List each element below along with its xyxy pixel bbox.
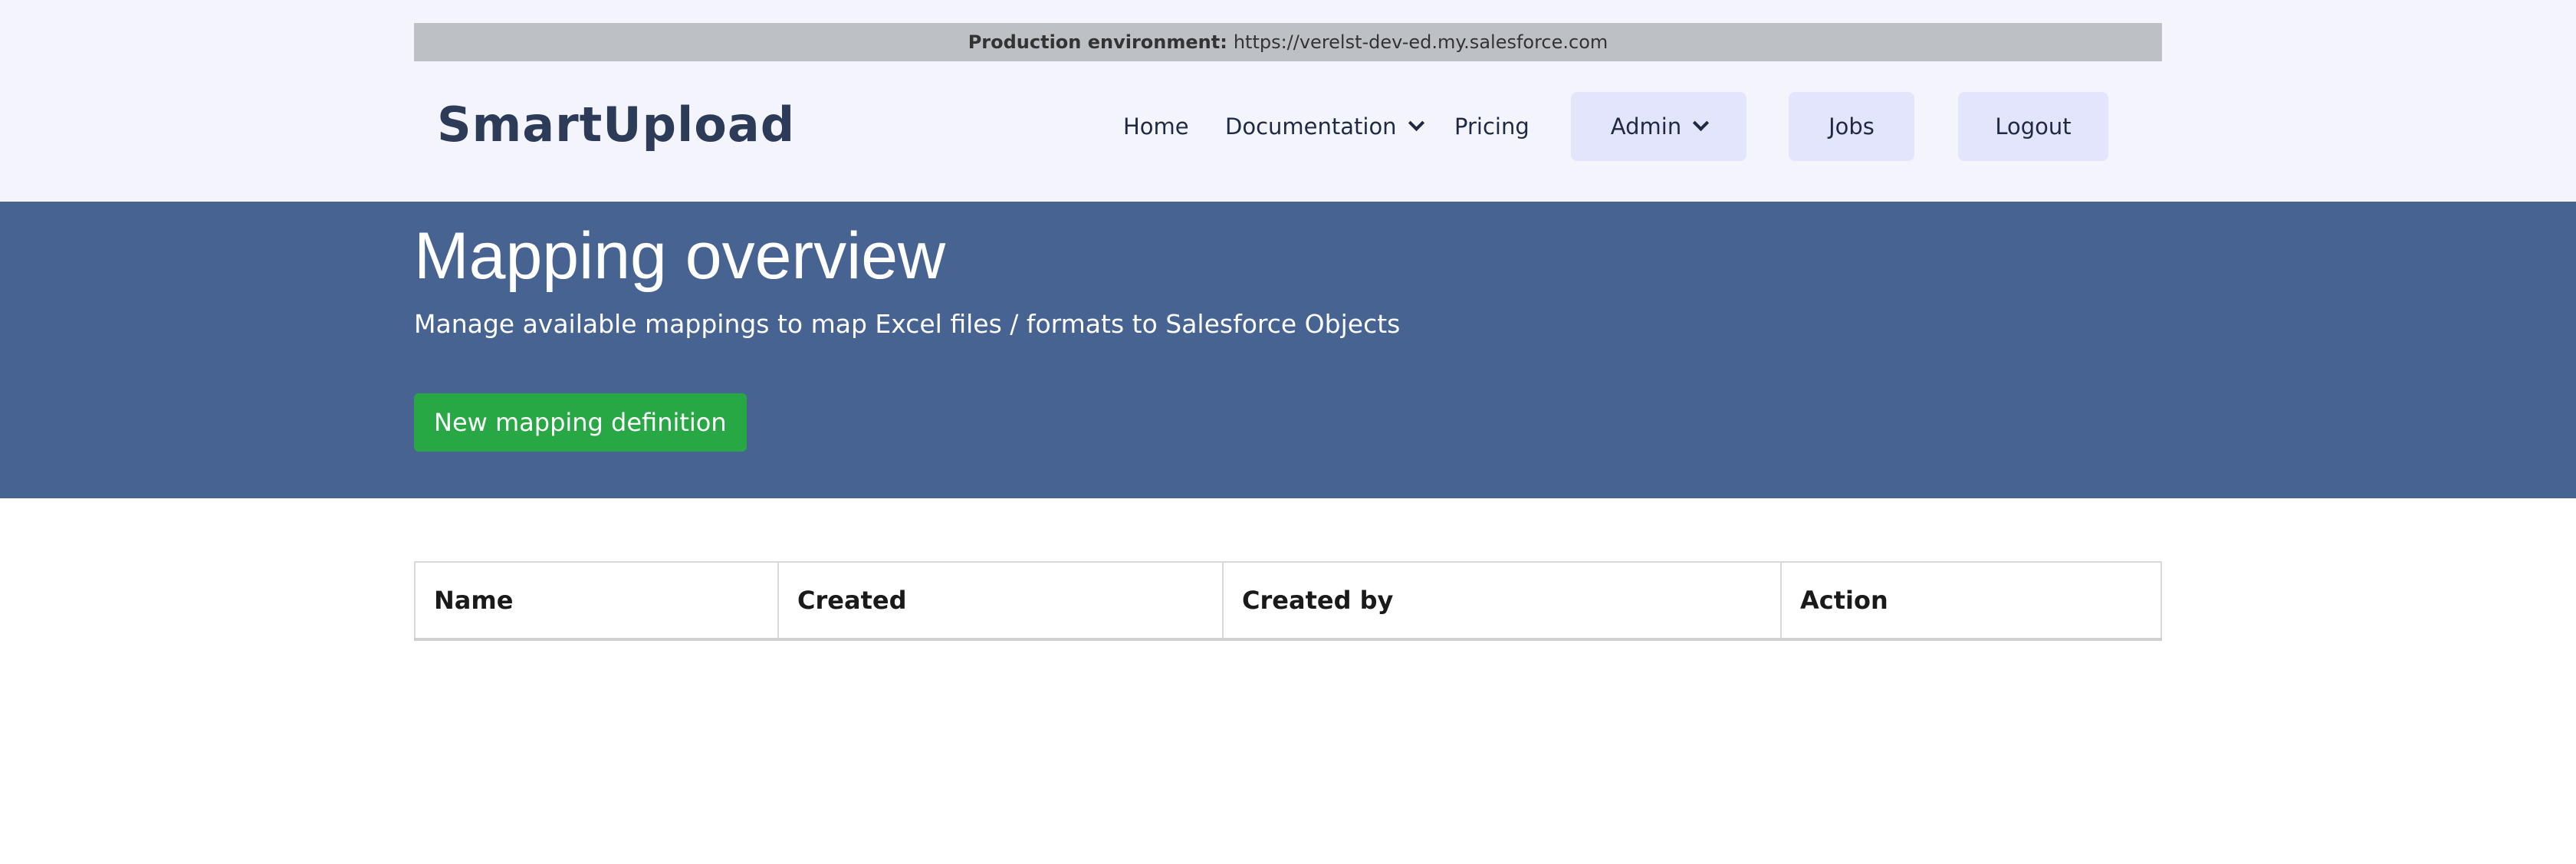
nav-home-link[interactable]: Home xyxy=(1123,92,1189,161)
environment-bar: Production environment: https://verelst-… xyxy=(414,23,2162,61)
environment-url: https://verelst-dev-ed.my.salesforce.com xyxy=(1233,31,1608,53)
environment-label: Production environment: xyxy=(968,31,1227,53)
nav-admin-label: Admin xyxy=(1610,113,1682,140)
column-header-created: Created xyxy=(777,561,1224,641)
nav-pricing-label: Pricing xyxy=(1454,113,1530,140)
chevron-down-icon xyxy=(1693,114,1710,131)
column-header-action: Action xyxy=(1780,561,2162,641)
page-title: Mapping overview xyxy=(414,219,946,293)
navbar: SmartUpload Home Documentation Pricing A… xyxy=(414,84,2162,169)
table-header-row: Name Created Created by Action xyxy=(414,561,2162,641)
nav-documentation-label: Documentation xyxy=(1225,113,1397,140)
mapping-table: Name Created Created by Action xyxy=(414,561,2162,641)
nav-menu: Home Documentation Pricing Admin Jobs Lo… xyxy=(414,92,2162,161)
nav-jobs-button[interactable]: Jobs xyxy=(1789,92,1914,161)
top-header-area: Production environment: https://verelst-… xyxy=(0,0,2576,202)
nav-documentation-dropdown[interactable]: Documentation xyxy=(1225,92,1424,161)
nav-logout-button[interactable]: Logout xyxy=(1958,92,2108,161)
nav-home-label: Home xyxy=(1123,113,1189,140)
nav-pricing-link[interactable]: Pricing xyxy=(1454,92,1530,161)
column-header-name: Name xyxy=(414,561,779,641)
hero-banner: Mapping overview Manage available mappin… xyxy=(0,202,2576,498)
page-subtitle: Manage available mappings to map Excel f… xyxy=(414,309,1401,339)
nav-logout-label: Logout xyxy=(1995,113,2072,140)
chevron-down-icon xyxy=(1408,114,1424,131)
mapping-table-container: Name Created Created by Action xyxy=(414,561,2162,641)
nav-admin-dropdown[interactable]: Admin xyxy=(1571,92,1746,161)
new-mapping-definition-button[interactable]: New mapping definition xyxy=(414,393,747,452)
nav-jobs-label: Jobs xyxy=(1829,113,1875,140)
column-header-created-by: Created by xyxy=(1222,561,1782,641)
